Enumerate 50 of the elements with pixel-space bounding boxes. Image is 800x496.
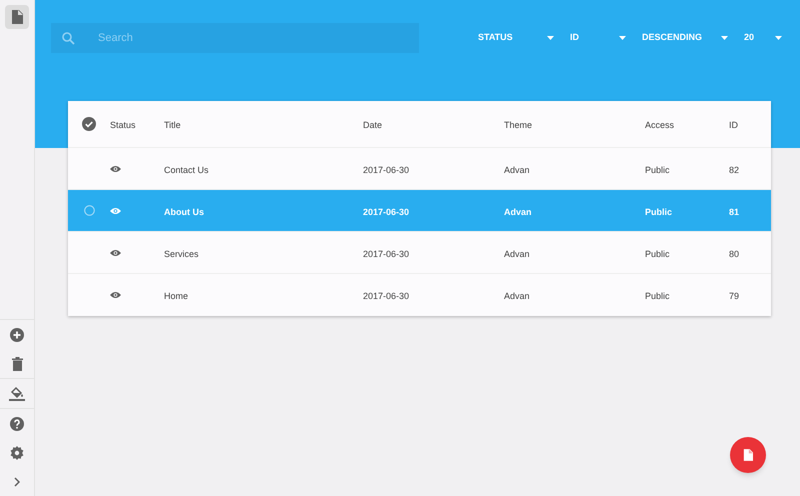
add-icon — [10, 328, 24, 342]
table-cell: 81 — [729, 206, 740, 216]
document-icon — [11, 10, 23, 24]
table-cell: 2017-06-30 — [363, 164, 410, 174]
paint-bucket-icon — [9, 386, 25, 401]
trash-icon — [12, 356, 22, 370]
table-cell: About Us — [164, 206, 204, 216]
table-cell: Public — [645, 291, 670, 301]
column-header[interactable]: Date — [363, 120, 382, 130]
table-cell: Public — [645, 248, 670, 258]
chevron-right-icon — [14, 476, 20, 486]
table-cell: Public — [645, 164, 670, 174]
caret-icon — [775, 36, 782, 40]
page-button[interactable] — [5, 5, 29, 29]
column-header[interactable]: Title — [164, 120, 181, 130]
search-icon — [62, 32, 75, 45]
table-cell: 79 — [729, 291, 740, 301]
settings-icon — [10, 446, 24, 460]
eye-icon — [110, 248, 121, 256]
help-icon — [10, 416, 24, 430]
table-cell: Advan — [504, 291, 530, 301]
new-page-button[interactable] — [730, 437, 766, 473]
table-cell: Contact Us — [164, 164, 209, 174]
row-checkbox[interactable] — [84, 205, 94, 216]
caret-icon — [721, 36, 728, 40]
caret-icon — [547, 36, 554, 40]
column-header[interactable]: Theme — [504, 120, 532, 130]
table-cell: Advan — [504, 206, 532, 216]
table-row[interactable]: Services 2017-06-30 Advan Public 80 — [68, 232, 771, 274]
table-cell: Public — [645, 206, 672, 216]
table-cell: Advan — [504, 248, 530, 258]
table-cell: 2017-06-30 — [363, 291, 410, 301]
table-cell: 2017-06-30 — [363, 206, 410, 216]
search-field[interactable]: Search — [51, 23, 419, 53]
document-icon — [743, 449, 753, 461]
table-cell: Home — [164, 291, 188, 301]
table-cell: 2017-06-30 — [363, 248, 410, 258]
eye-icon — [110, 206, 121, 214]
column-header[interactable]: Access — [645, 120, 674, 130]
column-header[interactable]: Status — [110, 120, 136, 130]
caret-icon — [619, 36, 626, 40]
table-cell: 82 — [729, 164, 740, 174]
table-cell: 80 — [729, 248, 740, 258]
select-all-icon[interactable] — [82, 117, 96, 131]
eye-icon — [110, 164, 121, 172]
table-row[interactable]: Home 2017-06-30 Advan Public 79 — [68, 274, 771, 316]
column-header[interactable]: ID — [729, 120, 738, 130]
table-cell: Services — [164, 248, 199, 258]
eye-icon — [110, 291, 121, 299]
table-cell: Advan — [504, 164, 530, 174]
